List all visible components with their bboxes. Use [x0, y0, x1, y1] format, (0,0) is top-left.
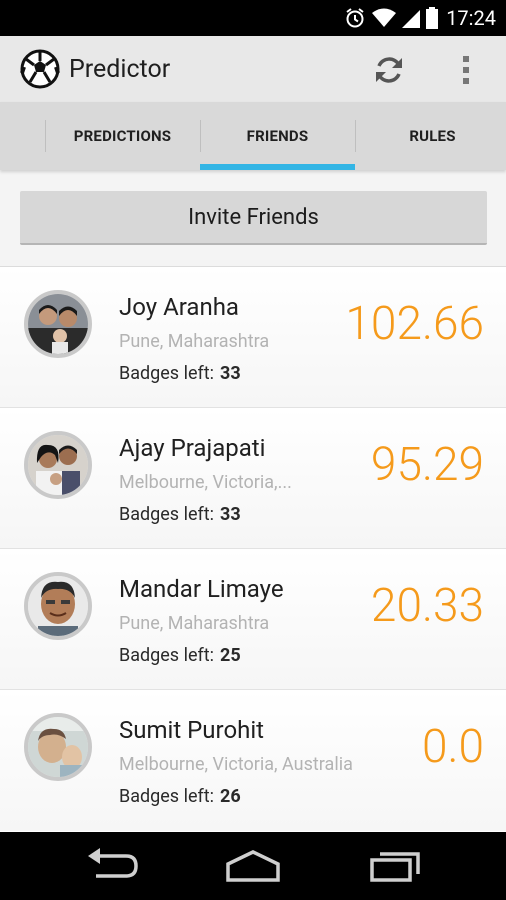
friend-row[interactable]: Joy Aranha Pune, Maharashtra Badges left…: [0, 267, 506, 408]
back-icon[interactable]: [86, 848, 140, 888]
badges-label: Badges left:: [119, 504, 214, 525]
avatar: [24, 713, 92, 781]
invite-friends-button[interactable]: Invite Friends: [20, 191, 487, 245]
tab-friends[interactable]: FRIENDS: [200, 102, 355, 170]
badges-count: 33: [220, 504, 241, 525]
soccer-ball-icon[interactable]: [20, 49, 60, 89]
friend-row[interactable]: Sumit Purohit Melbourne, Victoria, Austr…: [0, 690, 506, 831]
system-navigation-bar: [0, 832, 506, 900]
friend-location: Pune, Maharashtra: [119, 613, 270, 634]
friend-name: Ajay Prajapati: [119, 434, 266, 462]
avatar: [24, 431, 92, 499]
badges-label: Badges left:: [119, 786, 214, 807]
badges-left: Badges left: 25: [119, 645, 241, 666]
friend-name: Joy Aranha: [119, 293, 239, 321]
badges-count: 25: [220, 645, 241, 666]
friend-location: Melbourne, Victoria,...: [119, 472, 292, 493]
friend-score: 20.33: [370, 579, 484, 633]
friend-row[interactable]: Mandar Limaye Pune, Maharashtra Badges l…: [0, 549, 506, 690]
active-tab-indicator: [200, 164, 355, 170]
wifi-icon: [372, 8, 397, 28]
recent-apps-icon[interactable]: [368, 848, 422, 888]
badges-left: Badges left: 33: [119, 363, 241, 384]
friend-location: Melbourne, Victoria, Australia: [119, 754, 353, 775]
avatar: [24, 572, 92, 640]
friend-name: Sumit Purohit: [119, 716, 265, 744]
status-bar: 17:24: [0, 0, 506, 36]
alarm-icon: [344, 7, 366, 29]
friend-score: 0.0: [421, 720, 484, 774]
badges-left: Badges left: 33: [119, 504, 241, 525]
signal-icon: [402, 8, 421, 28]
friends-list: Joy Aranha Pune, Maharashtra Badges left…: [0, 266, 506, 833]
app-title: Predictor: [69, 54, 171, 84]
friend-score: 102.66: [345, 297, 484, 351]
home-icon[interactable]: [224, 848, 282, 888]
friend-location: Pune, Maharashtra: [119, 331, 270, 352]
action-bar: Predictor: [0, 36, 506, 102]
friend-name: Mandar Limaye: [119, 575, 284, 603]
friend-score: 95.29: [370, 438, 484, 492]
friend-row[interactable]: Ajay Prajapati Melbourne, Victoria,... B…: [0, 408, 506, 549]
badges-label: Badges left:: [119, 645, 214, 666]
tab-predictions[interactable]: PREDICTIONS: [45, 102, 200, 170]
badges-label: Badges left:: [119, 363, 214, 384]
refresh-icon[interactable]: [372, 53, 406, 91]
badges-count: 26: [220, 786, 241, 807]
tab-bar: PREDICTIONS FRIENDS RULES: [0, 102, 506, 170]
badges-left: Badges left: 26: [119, 786, 241, 807]
avatar: [24, 290, 92, 358]
overflow-menu-icon[interactable]: [462, 56, 470, 88]
badges-count: 33: [220, 363, 241, 384]
battery-icon: [426, 7, 439, 29]
tab-rules[interactable]: RULES: [355, 102, 506, 170]
clock-time: 17:24: [446, 6, 496, 30]
